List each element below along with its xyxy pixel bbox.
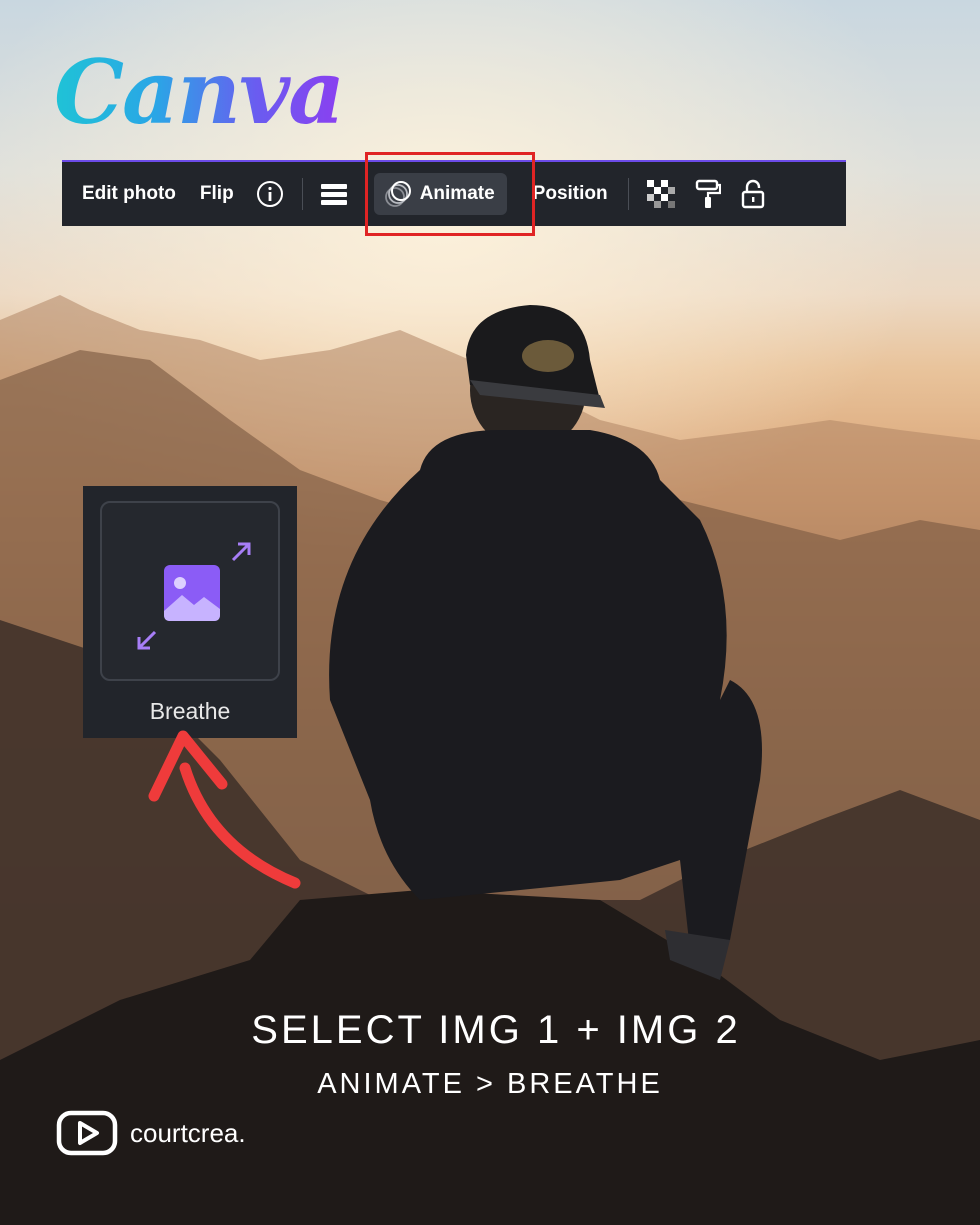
toolbar-separator <box>301 178 303 210</box>
caption-line-1: SELECT IMG 1 + IMG 2 <box>251 1008 741 1052</box>
transparency-checker-icon <box>646 180 675 208</box>
paint-roller-icon <box>695 179 721 208</box>
info-icon <box>256 181 283 207</box>
brand-handle: courtcrea. <box>130 1117 246 1148</box>
breathe-preview-tile <box>100 501 280 681</box>
edit-photo-button[interactable]: Edit photo <box>62 162 188 226</box>
transparency-button[interactable] <box>637 162 685 226</box>
breathe-animation-option[interactable]: Breathe <box>83 486 297 738</box>
flip-button[interactable]: Flip <box>188 162 246 226</box>
lock-button[interactable] <box>731 162 775 226</box>
arrange-button[interactable] <box>311 162 357 226</box>
info-button[interactable] <box>246 162 294 226</box>
youtube-icon <box>56 1110 118 1156</box>
toolbar-separator <box>627 178 629 210</box>
caption-line-2: ANIMATE > BREATHE <box>317 1068 663 1100</box>
lock-open-icon <box>741 179 764 209</box>
expand-arrow-icon <box>231 542 251 562</box>
breathe-label: Breathe <box>149 698 231 724</box>
brand-watermark: courtcrea. <box>56 1110 246 1156</box>
copy-style-button[interactable] <box>685 162 731 226</box>
menu-lines-icon <box>320 184 347 205</box>
shrink-arrow-icon <box>137 630 157 650</box>
curved-arrow-annotation <box>148 730 301 889</box>
animate-highlight-box <box>365 152 535 236</box>
canva-logo: Canva <box>54 40 345 144</box>
image-placeholder-icon <box>164 565 220 621</box>
